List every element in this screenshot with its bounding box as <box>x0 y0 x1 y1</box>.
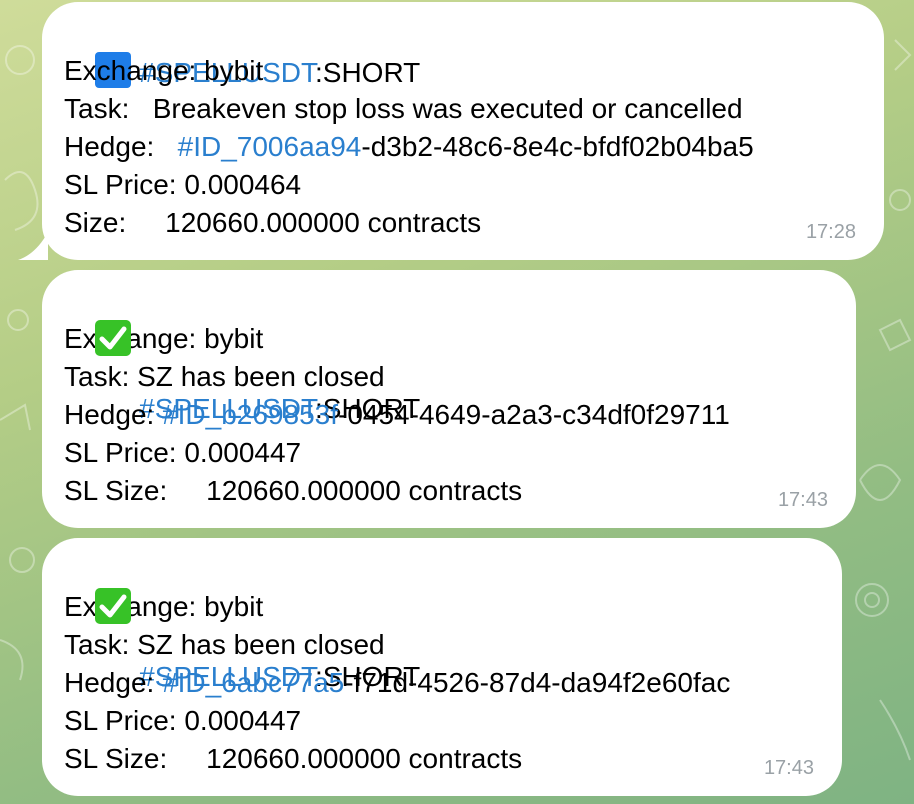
size-line: Size: 120660.000000 contracts <box>64 207 482 238</box>
task-line: Task: Breakeven stop loss was executed o… <box>64 93 743 124</box>
exchange-line: Exchange: bybit <box>64 591 264 622</box>
message-bubble: #SPELLUSDT:SHORT Exchange: bybit Task: B… <box>18 2 884 260</box>
hedge-label: Hedge: <box>64 131 178 162</box>
message-timestamp: 17:43 <box>763 757 814 779</box>
hedge-id-hashtag[interactable]: #ID_b269853f <box>162 399 338 430</box>
hedge-id-rest: -f71d-4526-87d4-da94f2e60fac <box>344 667 731 698</box>
sl-price-line: SL Price: 0.000464 <box>64 169 302 200</box>
hedge-line: Hedge: #ID_7006aa94-d3b2-48c6-8e4c-bfdf0… <box>64 128 862 166</box>
sl-price-line: SL Price: 0.000447 <box>64 705 302 736</box>
hedge-id-rest: -0454-4649-a2a3-c34df0f29711 <box>338 399 730 430</box>
size-line: SL Size: 120660.000000 contracts <box>64 475 523 506</box>
message-bubble: #SPELLUSDT:SHORT Exchange: bybit Task: S… <box>42 538 842 796</box>
position-side: :SHORT <box>315 57 421 88</box>
sl-price-line: SL Price: 0.000447 <box>64 437 302 468</box>
message-header: #SPELLUSDT:SHORT <box>64 14 862 88</box>
hedge-id-hashtag[interactable]: #ID_7006aa94 <box>178 131 362 162</box>
task-line: Task: SZ has been closed <box>64 629 385 660</box>
hedge-line: Hedge: #ID_b269853f-0454-4649-a2a3-c34df… <box>64 396 834 434</box>
size-line: SL Size: 120660.000000 contracts <box>64 743 523 774</box>
message-header: #SPELLUSDT:SHORT <box>64 282 834 424</box>
hedge-line: Hedge: #ID_6abc77a5-f71d-4526-87d4-da94f… <box>64 664 820 702</box>
message-bubble: #SPELLUSDT:SHORT Exchange: bybit Task: S… <box>42 270 856 528</box>
exchange-line: Exchange: bybit <box>64 323 264 354</box>
message-timestamp: 17:28 <box>805 221 856 243</box>
exchange-line: Exchange: bybit <box>64 55 264 86</box>
hedge-id-hashtag[interactable]: #ID_6abc77a5 <box>162 667 344 698</box>
message-header: #SPELLUSDT:SHORT <box>64 550 820 692</box>
check-mark-icon <box>95 588 132 624</box>
message-timestamp: 17:43 <box>777 489 828 511</box>
bubble-tail <box>18 232 48 260</box>
task-line: Task: SZ has been closed <box>64 361 385 392</box>
hedge-id-rest: -d3b2-48c6-8e4c-bfdf02b04ba5 <box>361 131 754 162</box>
check-mark-icon <box>95 320 132 356</box>
